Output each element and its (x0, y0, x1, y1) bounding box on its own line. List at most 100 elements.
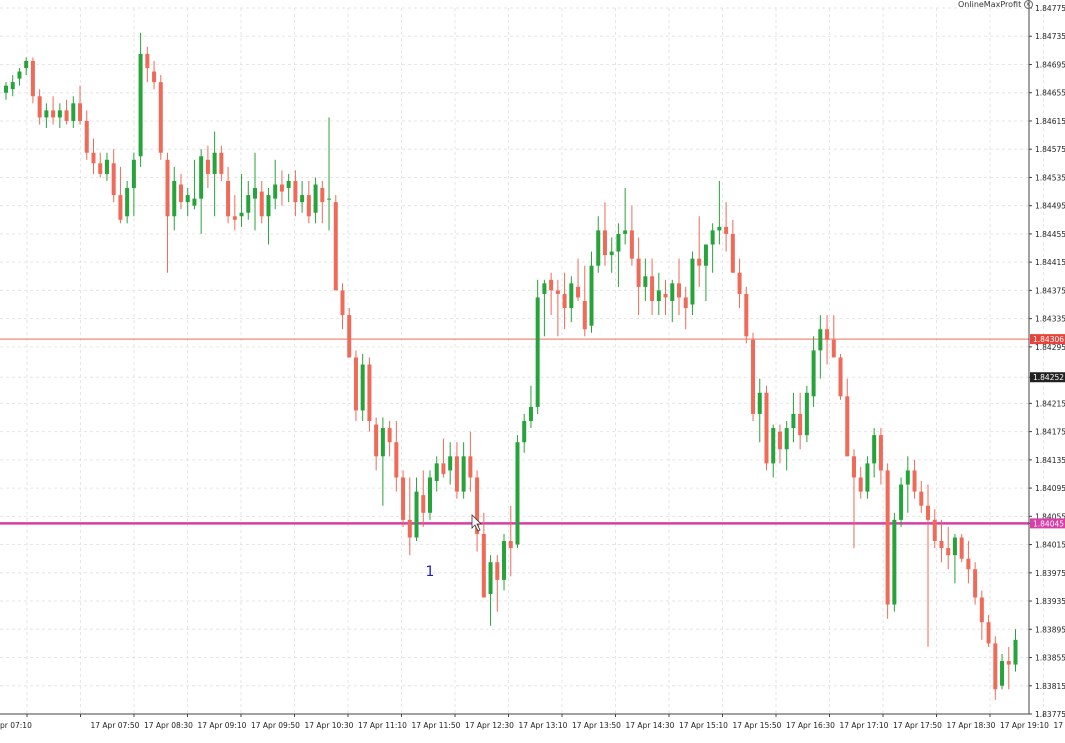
candle (4, 82, 8, 100)
close-icon[interactable]: × (1024, 0, 1033, 9)
candle-body (872, 435, 876, 463)
candle-body (482, 534, 486, 598)
candle (892, 513, 896, 612)
time-tick-label: 17 Apr 16:30 (786, 721, 835, 730)
time-tick-label: 17 Apr 12:30 (465, 721, 514, 730)
candle-body (199, 156, 203, 198)
candle (475, 470, 479, 551)
candle (354, 350, 358, 421)
candle-body (529, 407, 533, 421)
candle (966, 541, 970, 583)
candle-body (704, 245, 708, 266)
candle (751, 333, 755, 421)
candle-body (334, 202, 338, 290)
candle (159, 75, 163, 160)
candle-body (522, 421, 526, 442)
candle (65, 100, 69, 125)
time-tick-label: 17 Apr 09:10 (198, 721, 247, 730)
price-tick-label: 1.84455 (1035, 230, 1065, 239)
price-tick-label: 1.84615 (1035, 117, 1065, 126)
chart-window[interactable]: 1.847751.847351.846951.846551.846151.845… (0, 0, 1065, 739)
candle (771, 425, 775, 478)
candle-body (731, 234, 735, 273)
candle-body (886, 470, 890, 604)
candle (717, 181, 721, 245)
candle (886, 463, 890, 618)
price-chart[interactable]: 1.847751.847351.846951.846551.846151.845… (0, 0, 1065, 739)
candle (704, 245, 708, 301)
candle (44, 103, 48, 128)
candle (166, 153, 170, 273)
candle-body (172, 181, 176, 216)
candle (300, 181, 304, 213)
candle-body (91, 153, 95, 164)
candle (960, 534, 964, 562)
candle (926, 485, 930, 647)
candle (253, 153, 257, 231)
candle-body (603, 230, 607, 255)
candle (758, 379, 762, 443)
candle-body (105, 160, 109, 174)
price-axis-ticks: 1.847751.847351.846951.846551.846151.845… (1029, 4, 1065, 719)
candle-body (576, 287, 580, 298)
candle (320, 181, 324, 223)
price-tick-label: 1.84575 (1035, 145, 1065, 154)
candle-body (1000, 661, 1004, 686)
candle (85, 110, 89, 159)
candle (441, 439, 445, 478)
candle (865, 456, 869, 498)
candle (852, 449, 856, 548)
candle (367, 357, 371, 431)
candle-body (859, 477, 863, 491)
candle (334, 195, 338, 290)
candle-body (892, 520, 896, 605)
candle (78, 86, 82, 125)
candle (192, 160, 196, 209)
candle-body (913, 470, 917, 491)
candle-body (293, 181, 297, 202)
candle (690, 252, 694, 316)
candle (1014, 629, 1018, 671)
candle-body (637, 259, 641, 287)
candle-body (832, 340, 836, 358)
annotation-label: 1 (426, 564, 435, 580)
candle-body (717, 227, 721, 231)
candle (462, 442, 466, 498)
candle (31, 57, 35, 103)
candle-body (818, 329, 822, 350)
candle-body (751, 340, 755, 414)
candle (987, 615, 991, 647)
candle-body (219, 153, 223, 174)
candle (637, 237, 641, 315)
candle (839, 354, 843, 400)
candle (24, 57, 28, 75)
price-tick-label: 1.84215 (1035, 399, 1065, 408)
candle-body (502, 541, 506, 580)
candle-body (354, 357, 358, 410)
candle-body (590, 266, 594, 326)
candle (17, 68, 21, 86)
candle (899, 477, 903, 526)
candle-body (226, 181, 230, 216)
candle-body (670, 283, 674, 301)
candle-body (610, 252, 614, 256)
candle-body (549, 280, 553, 291)
candle-body (287, 181, 291, 188)
axes (0, 0, 1029, 714)
candle (415, 477, 419, 541)
price-tick-label: 1.84175 (1035, 428, 1065, 437)
candle (724, 202, 728, 251)
price-tick-label: 1.84375 (1035, 286, 1065, 295)
candle-body (764, 393, 768, 464)
candle-body (966, 559, 970, 570)
candle (213, 132, 217, 217)
candle (872, 428, 876, 477)
candle (1000, 654, 1004, 689)
candle (489, 555, 493, 626)
candle (273, 160, 277, 209)
candle (428, 470, 432, 519)
price-tick-label: 1.84415 (1035, 258, 1065, 267)
candle-body (11, 82, 15, 89)
price-tick-label: 1.84535 (1035, 173, 1065, 182)
candle (818, 315, 822, 379)
